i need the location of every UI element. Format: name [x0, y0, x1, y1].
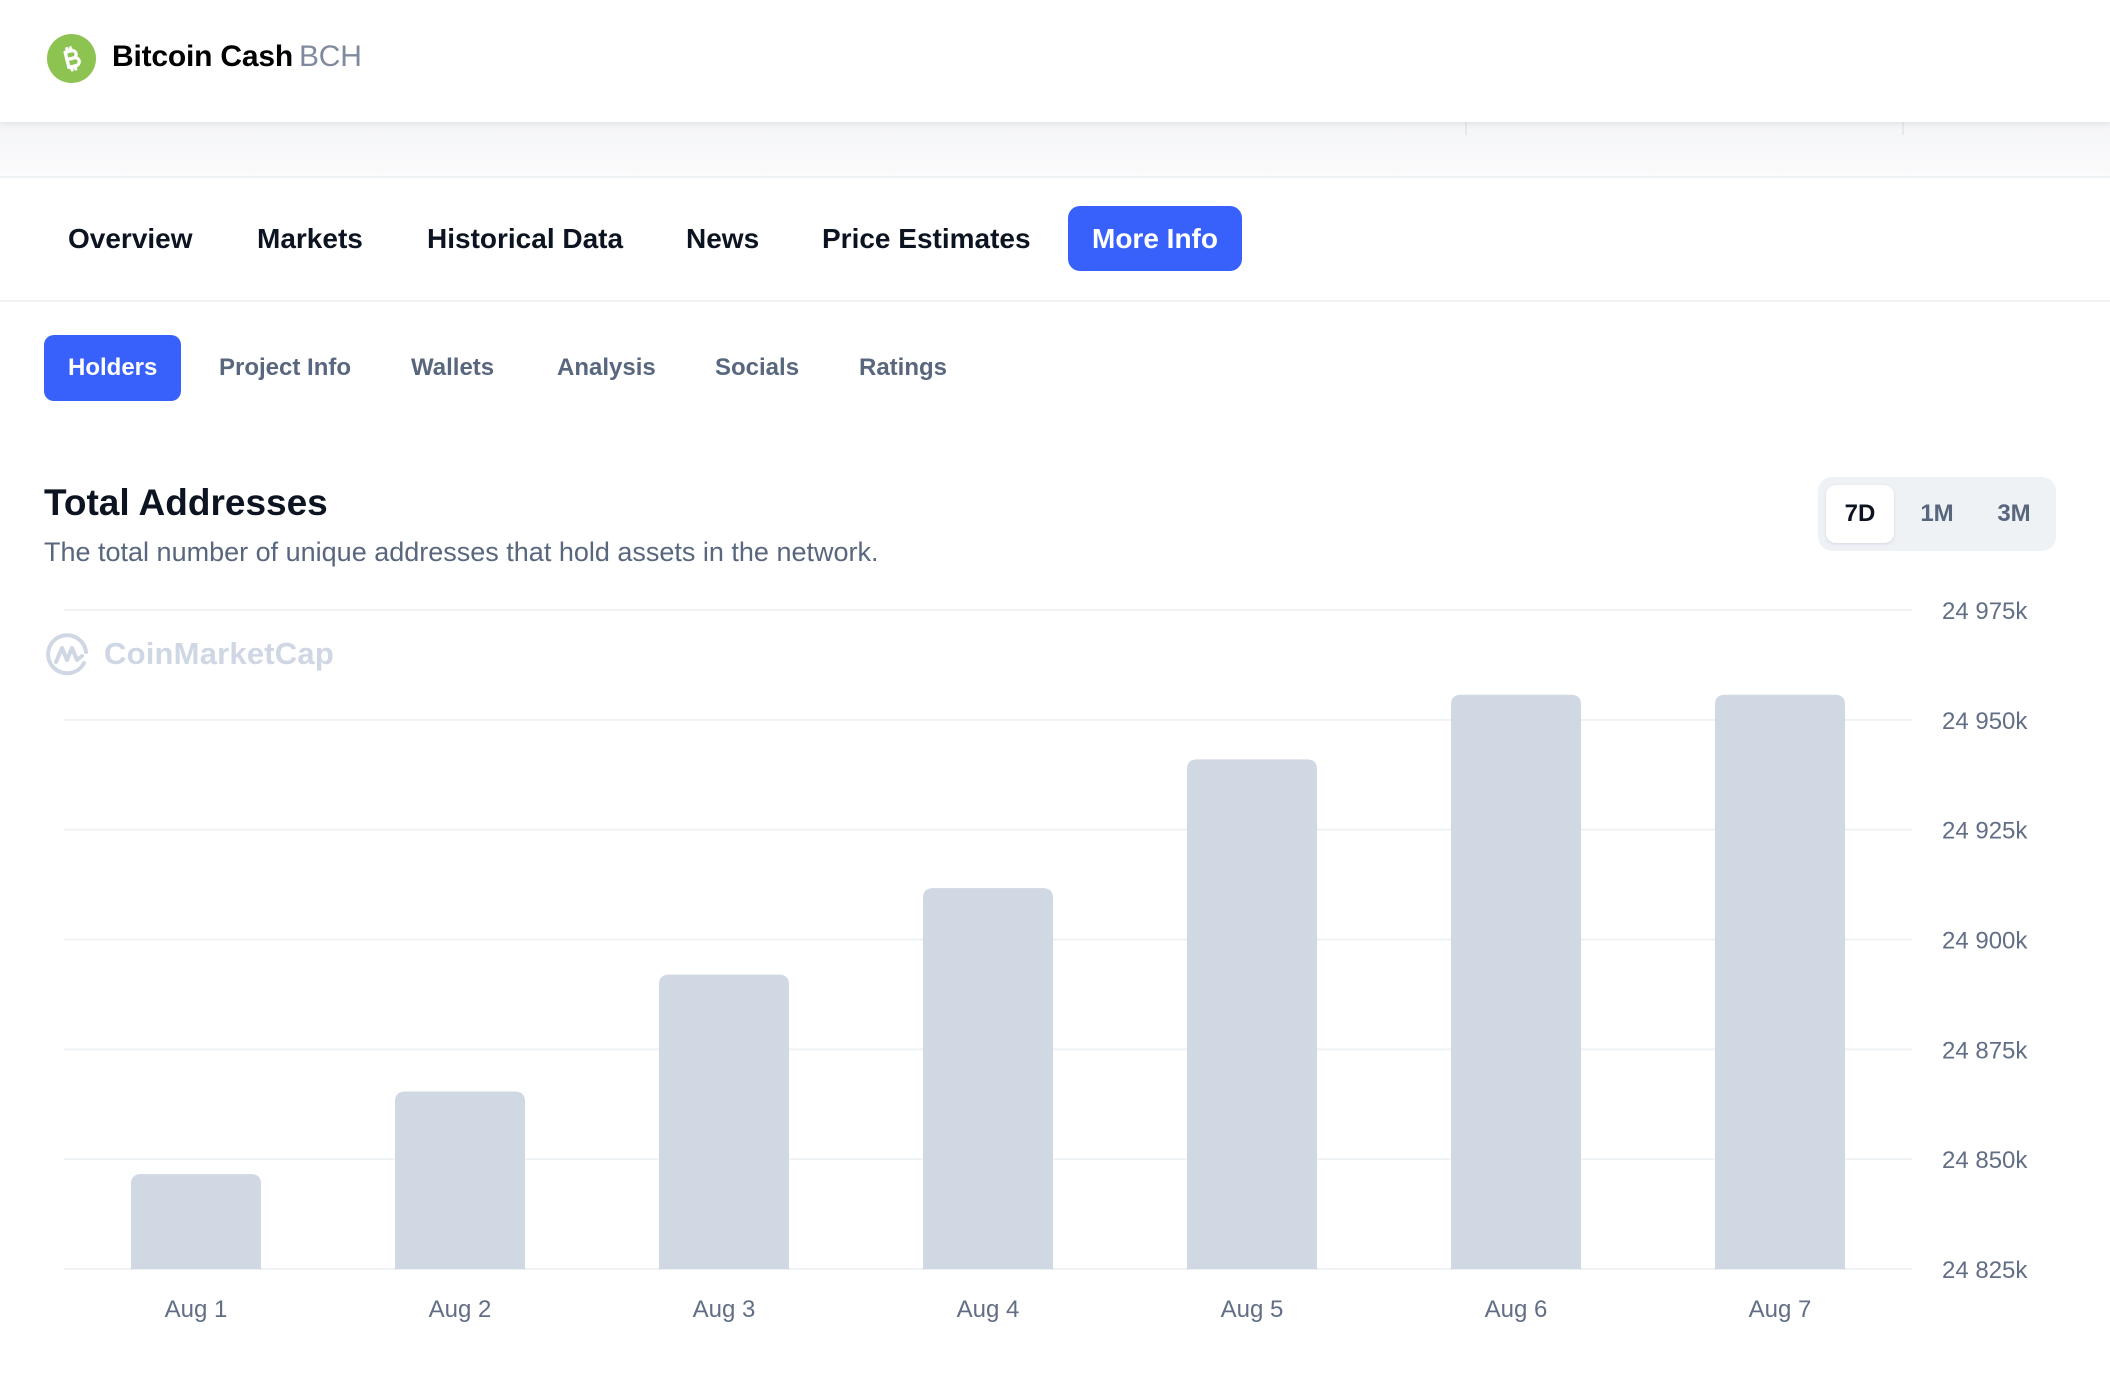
bar-aug-5 [1187, 759, 1317, 1269]
y-tick-label: 24 925k [1942, 818, 2028, 845]
bitcoin-glyph-icon [63, 45, 81, 72]
x-axis: Aug 1 Aug 2 Aug 3 Aug 4 Aug 5 Aug 6 Aug 7 [165, 1296, 1812, 1323]
tab-news[interactable]: News [662, 206, 783, 271]
y-tick-label: 24 975k [1942, 598, 2028, 625]
divider [1902, 122, 1904, 135]
y-tick-label: 24 875k [1942, 1037, 2028, 1064]
main-tabs: Overview Markets Historical Data News Pr… [0, 178, 2110, 302]
x-tick-label: Aug 1 [165, 1296, 228, 1323]
tab-historical-data[interactable]: Historical Data [403, 206, 647, 271]
y-tick-label: 24 850k [1942, 1147, 2028, 1174]
coinmarketcap-watermark: CoinMarketCap [44, 630, 334, 678]
x-tick-label: Aug 3 [693, 1296, 756, 1323]
x-tick-label: Aug 7 [1749, 1296, 1812, 1323]
bar-aug-1 [131, 1174, 261, 1269]
bar-aug-7 [1715, 694, 1845, 1269]
x-tick-label: Aug 6 [1485, 1296, 1548, 1323]
x-tick-label: Aug 4 [957, 1296, 1020, 1323]
subtab-holders[interactable]: Holders [44, 335, 182, 401]
coin-name: Bitcoin Cash [112, 40, 293, 73]
stats-strip [0, 122, 2110, 178]
coin-title: Bitcoin Cash BCH [112, 40, 362, 74]
tab-markets[interactable]: Markets [233, 206, 387, 271]
coin-header: Bitcoin Cash BCH [0, 0, 2110, 122]
total-addresses-chart: 24 825k 24 850k 24 875k 24 900k 24 925k 24 95… [64, 598, 2028, 1323]
bars [131, 694, 1845, 1269]
y-tick-label: 24 825k [1942, 1257, 2028, 1284]
coinmarketcap-logo-icon [46, 633, 88, 676]
tab-price-estimates[interactable]: Price Estimates [798, 206, 1055, 271]
range-3m-button[interactable]: 3M [1980, 485, 2048, 543]
range-selector: 7D 1M 3M [1818, 477, 2056, 551]
y-tick-label: 24 950k [1942, 708, 2028, 735]
tab-overview[interactable]: Overview [44, 206, 217, 271]
subtab-ratings[interactable]: Ratings [835, 335, 971, 401]
bar-aug-6 [1451, 694, 1581, 1269]
chart-title: Total Addresses [44, 482, 328, 523]
x-tick-label: Aug 5 [1221, 1296, 1284, 1323]
tab-more-info[interactable]: More Info [1068, 206, 1242, 271]
x-tick-label: Aug 2 [429, 1296, 492, 1323]
y-axis: 24 825k 24 850k 24 875k 24 900k 24 925k 24 95… [1942, 598, 2028, 1284]
y-tick-label: 24 900k [1942, 928, 2028, 955]
bitcoin-cash-icon [47, 34, 96, 83]
chart-subtitle: The total number of unique addresses tha… [44, 537, 879, 567]
subtab-analysis[interactable]: Analysis [533, 335, 680, 401]
bar-aug-2 [395, 1091, 525, 1269]
range-1m-button[interactable]: 1M [1903, 485, 1971, 543]
watermark-text: CoinMarketCap [104, 636, 334, 671]
bar-aug-3 [659, 974, 789, 1269]
bar-aug-4 [923, 888, 1053, 1269]
range-7d-button[interactable]: 7D [1826, 485, 1894, 543]
subtab-project-info[interactable]: Project Info [195, 335, 375, 401]
subtab-socials[interactable]: Socials [691, 335, 823, 401]
divider [1465, 122, 1467, 135]
coin-symbol: BCH [298, 40, 362, 73]
subtab-wallets[interactable]: Wallets [387, 335, 518, 401]
